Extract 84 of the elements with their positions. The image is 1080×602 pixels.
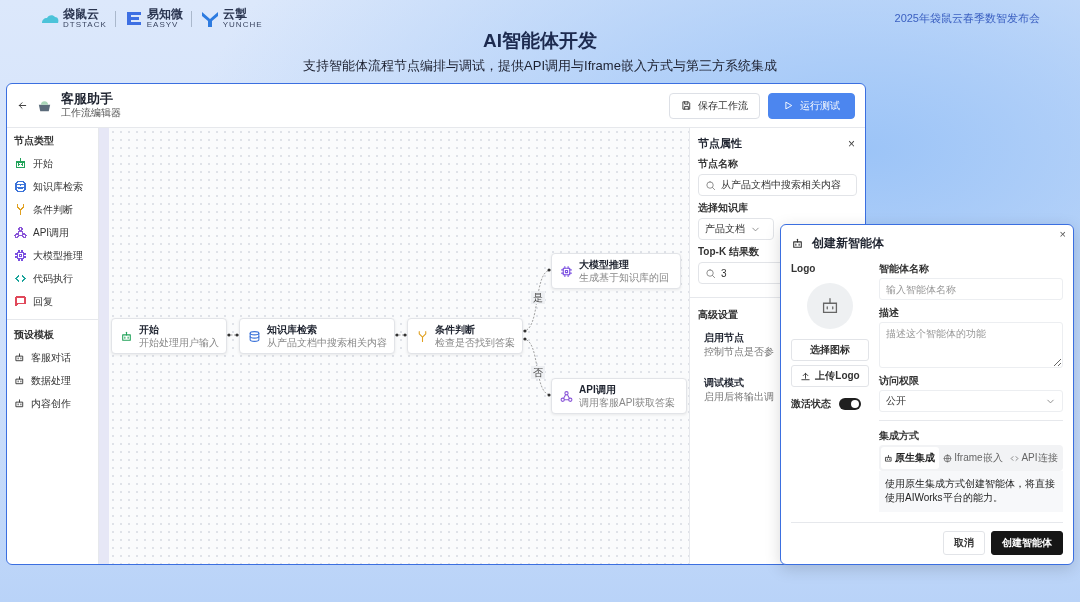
cancel-button[interactable]: 取消 bbox=[943, 531, 985, 555]
field-label: 集成方式 bbox=[879, 429, 919, 442]
integration-tab[interactable]: Iframe嵌入 bbox=[939, 447, 1007, 469]
code-icon bbox=[1010, 453, 1020, 463]
connector-line bbox=[226, 333, 240, 337]
logo-subtitle: DTSTACK bbox=[63, 21, 107, 29]
node-type-item[interactable]: 大模型推理 bbox=[14, 244, 98, 267]
connector-line bbox=[394, 333, 408, 337]
workflow-node[interactable]: 知识库检索 从产品文档中搜索相关内容 bbox=[239, 318, 395, 354]
integration-tab[interactable]: 原生集成 bbox=[881, 447, 939, 469]
section-heading: 高级设置 bbox=[698, 308, 738, 321]
event-name: 2025年袋鼠云春季数智发布会 bbox=[894, 11, 1040, 26]
field-label: 访问权限 bbox=[879, 374, 919, 387]
robot-icon bbox=[14, 375, 25, 386]
database-icon bbox=[248, 329, 261, 343]
node-type-item[interactable]: 回复 bbox=[14, 290, 98, 313]
branch-icon bbox=[416, 329, 429, 343]
input-field[interactable]: 从产品文档中搜索相关内容 bbox=[698, 174, 857, 196]
dialog-title: 创建新智能体 bbox=[812, 235, 884, 252]
select-field[interactable]: 产品文档 bbox=[698, 218, 774, 240]
robot-icon bbox=[884, 453, 894, 463]
node-type-item[interactable]: API调用 bbox=[14, 221, 98, 244]
save-workflow-button[interactable]: 保存工作流 bbox=[669, 92, 760, 119]
field-label: 智能体名称 bbox=[879, 262, 929, 275]
logo-name: 云掣 bbox=[222, 8, 248, 20]
edge-label: 否 bbox=[531, 366, 545, 379]
workflow-node[interactable]: API调用 调用客服API获取答案 bbox=[551, 378, 687, 414]
workflow-subtitle: 工作流编辑器 bbox=[61, 107, 121, 120]
upload-icon bbox=[800, 370, 812, 382]
robot-icon bbox=[120, 329, 133, 343]
setting-description: 控制节点是否参 bbox=[704, 344, 774, 358]
node-type-item[interactable]: 代码执行 bbox=[14, 267, 98, 290]
setting-label: 调试模式 bbox=[704, 376, 744, 390]
setting-description: 启用后将输出调 bbox=[704, 389, 774, 403]
save-icon bbox=[681, 100, 692, 111]
select-field[interactable]: 公开 bbox=[879, 390, 1063, 412]
template-item[interactable]: 内容创作 bbox=[14, 392, 98, 415]
upload-logo-button[interactable]: 上传Logo bbox=[791, 365, 869, 387]
webhook-icon bbox=[560, 389, 573, 403]
integration-note: 使用原生集成方式创建智能体，将直接使用AIWorks平台的能力。 bbox=[879, 471, 1063, 512]
choose-icon-button[interactable]: 选择图标 bbox=[791, 339, 869, 361]
close-button[interactable]: × bbox=[1057, 228, 1068, 240]
robot-icon bbox=[14, 352, 25, 363]
edge-label: 是 bbox=[531, 291, 545, 304]
logo-name: 袋鼠云 bbox=[63, 8, 100, 20]
logo-name: 易知微 bbox=[146, 8, 183, 20]
node-type-item[interactable]: 知识库检索 bbox=[14, 175, 98, 198]
chip-icon bbox=[560, 264, 573, 278]
workflow-title: 客服助手 bbox=[61, 91, 114, 107]
back-arrow-icon[interactable] bbox=[17, 100, 28, 111]
close-button[interactable]: × bbox=[846, 137, 857, 150]
field-label: Top-K 结果数 bbox=[698, 245, 759, 258]
logo-subtitle: YUNCHE bbox=[222, 21, 263, 29]
workflow-node[interactable]: 条件判断 检查是否找到答案 bbox=[407, 318, 523, 354]
search-icon bbox=[705, 267, 716, 279]
slide-title: AI智能体开发 bbox=[482, 29, 598, 53]
node-type-item[interactable]: 开始 bbox=[14, 152, 98, 175]
run-test-button[interactable]: 运行测试 bbox=[768, 92, 855, 119]
toggle-switch[interactable] bbox=[839, 397, 861, 410]
create-agent-button[interactable]: 创建智能体 bbox=[991, 531, 1063, 555]
template-item[interactable]: 客服对话 bbox=[14, 346, 98, 369]
integration-tab[interactable]: API连接 bbox=[1007, 447, 1061, 469]
field-label: 描述 bbox=[879, 306, 899, 319]
search-icon bbox=[705, 179, 716, 191]
text-area[interactable]: 描述这个智能体的功能 bbox=[879, 322, 1063, 368]
section-heading: 预设模板 bbox=[14, 328, 55, 342]
input-field[interactable]: 输入智能体名称 bbox=[879, 278, 1063, 300]
panel-title: 节点属性 bbox=[698, 136, 742, 151]
logo-subtitle: EASYV bbox=[146, 21, 180, 29]
setting-label: 启用节点 bbox=[704, 331, 744, 345]
node-type-item[interactable]: 条件判断 bbox=[14, 198, 98, 221]
toggle-label: 激活状态 bbox=[791, 397, 831, 410]
play-icon bbox=[783, 100, 794, 111]
section-heading: 节点类型 bbox=[14, 134, 55, 148]
template-item[interactable]: 数据处理 bbox=[14, 369, 98, 392]
workflow-node[interactable]: 开始 开始处理用户输入 bbox=[111, 318, 227, 354]
field-label: Logo bbox=[791, 262, 816, 275]
field-label: 选择知识库 bbox=[698, 201, 748, 214]
globe-icon bbox=[943, 453, 953, 463]
workflow-node[interactable]: 大模型推理 生成基于知识库的回 bbox=[551, 253, 681, 289]
robot-icon bbox=[14, 398, 25, 409]
slide-subtitle: 支持智能体流程节点编排与调试，提供API调用与Iframe嵌入方式与第三方系统集成 bbox=[302, 57, 778, 75]
robot-icon bbox=[791, 237, 804, 250]
field-label: 节点名称 bbox=[698, 157, 738, 170]
